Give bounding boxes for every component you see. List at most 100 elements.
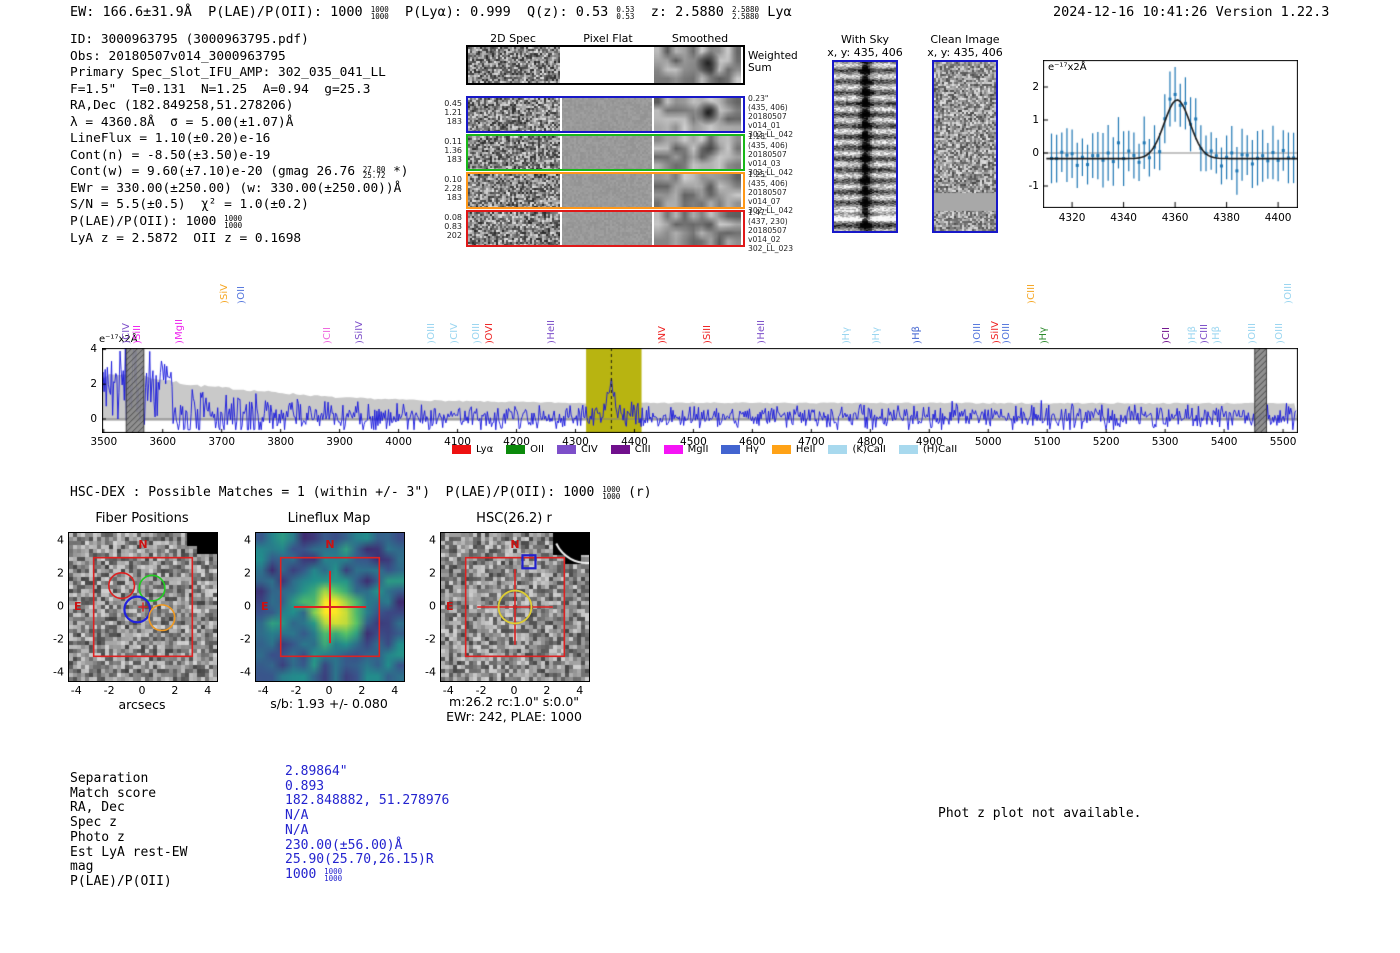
match-row-label: Photo z [70,829,125,845]
legend-color-swatch [663,445,683,454]
pixel-flat-image [562,212,652,245]
axis-tick-label: 2 [57,566,64,580]
fraction-bottom: 1000 [224,221,243,231]
line-label-brace [1188,341,1198,347]
line-label-brace [1200,341,1210,347]
axis-tick-label: -1 [1028,180,1039,192]
line-label-brace [973,341,983,347]
match-row-label: P(LAE)/P(OII) [70,873,172,889]
emission-line-label-text: Hβ [911,326,923,340]
emission-line-label: CIV [449,323,460,347]
east-label: E [74,600,82,613]
axis-tick-label: 5500 [1269,436,1297,448]
hsc-r-title: HSC(26.2) r [476,511,552,526]
row-left-value: 202 [446,231,462,241]
emission-line-label: SiIV [353,321,365,347]
text-segment: λ = 4360.8Å σ = 5.00(±1.07)Å [70,114,294,130]
smoothed-image [654,98,741,131]
emission-line-label: OIII [471,323,482,347]
hetdex-detection-report: EW: 166.6±31.9Å P(LAE)/P(OII): 1000 1000… [0,0,1400,953]
info-line: LineFlux = 1.10(±0.20)e-16 [70,131,408,148]
smoothed-image [654,174,741,207]
row-left-value: 0.08 [444,213,462,222]
text-segment: N/A [285,808,309,824]
axis-tick-label: 2 [171,684,179,697]
north-label: N [510,538,520,551]
text-segment: Cont(n) = -8.50(±3.50)e-19 [70,147,271,163]
text-segment: S/N = 5.5(±0.5) χ² = 1.0(±0.2) [70,197,309,213]
emission-line-label: OIII [1274,323,1285,347]
axis-tick-label: -2 [103,684,115,697]
line-label-brace [703,341,713,347]
emission-line-label-text: Hβ [1186,326,1198,340]
legend-label: MgII [687,444,709,455]
emission-line-label-text: CIII [1025,284,1037,300]
match-row-value: 25.90(25.70,26.15)R [285,852,449,868]
axis-tick-label: -4 [53,665,64,679]
axis-tick-label: 4320 [1058,212,1086,224]
stacked-fraction: 1000 1000 [224,215,243,231]
emission-line-label-text: OIII [425,323,437,340]
emission-line-label-text: SiII [701,324,713,340]
emission-line-label-text: Hβ [1211,326,1223,340]
axis-tick-label: 2 [429,566,436,580]
emission-line-label: HeII [545,320,557,347]
match-table-labels: Separation Match score RA, Dec Spec z Photo … [70,771,187,890]
report-datetime: 2024-12-16 10:41:26 [1053,4,1208,20]
cutout-row [466,210,745,247]
axis-tick-label: 3800 [267,436,295,448]
legend-item: (K)CaII [828,444,886,455]
emission-line-label-text: HeII [545,320,557,340]
line-label-brace [1212,341,1222,347]
legend-label: (K)CaII [852,444,886,455]
fiber-positions-overlay [92,556,194,658]
legend-label: OII [530,444,544,455]
east-label: E [261,600,269,613]
emission-line-label-text: Hγ [840,326,852,340]
line-label-brace [1027,301,1037,307]
legend-item: CIV [556,444,598,455]
twod-spec-image [468,174,560,207]
stacked-fraction: 1000 1000 [371,6,389,21]
match-row-value: 0.893 [285,779,449,795]
with-sky-image [834,62,896,231]
axis-tick-label: 3600 [149,436,177,448]
row-left-value: 0.10 [444,175,462,184]
clean-image-panel [932,60,998,233]
with-sky-coords: x, y: 435, 406 [827,46,903,59]
line-label-brace [427,341,437,347]
fiber-xlabel: arcsecs [118,697,166,712]
fiber-circle [148,604,176,632]
line-label-brace [1275,341,1285,347]
text-segment: HSC-DEX : Possible Matches = 1 (within +… [70,485,603,500]
line-label-brace [1039,341,1049,347]
match-row-label: RA, Dec [70,800,125,816]
axis-tick-label: -4 [70,684,82,697]
info-line: λ = 4360.8Å σ = 5.00(±1.07)Å [70,115,408,132]
with-sky-panel [832,60,898,233]
line-label-brace [220,301,230,307]
clean-image-title: Clean Image [930,33,1000,46]
legend-color-swatch [898,445,918,454]
info-line: Cont(w) = 9.60(±7.10)e-20 (gmag 26.76 27… [70,164,408,181]
header-summary: EW: 166.6±31.9Å P(LAE)/P(OII): 1000 1000… [70,4,792,21]
axis-tick-label: 4 [204,684,212,697]
twod-spec-image [468,212,560,245]
emission-line-label: OIII [1283,283,1294,307]
pixel-flat-image [562,136,652,169]
emission-line-label: SiIV [990,321,1001,347]
legend-item: MgII [663,444,709,455]
column-title-pixelflat: Pixel Flat [583,32,633,45]
row-left-value: 0.11 [444,137,462,146]
text-segment: F=1.5" T=0.131 N=1.25 A=0.94 g=25.3 [70,81,371,97]
match-row-value: 1000 1000 1000 [285,867,449,883]
photz-note: Phot z plot not available. [938,806,1142,821]
text-segment: N/A [285,822,309,838]
line-label-brace [1002,341,1012,347]
axis-tick-label: -4 [240,665,251,679]
emission-line-label-text: SiIV [353,321,365,340]
cutout-row [466,134,745,171]
emission-line-label-text: CIII [1198,324,1210,340]
legend-color-swatch [506,445,526,454]
axis-tick-label: 2 [244,566,251,580]
